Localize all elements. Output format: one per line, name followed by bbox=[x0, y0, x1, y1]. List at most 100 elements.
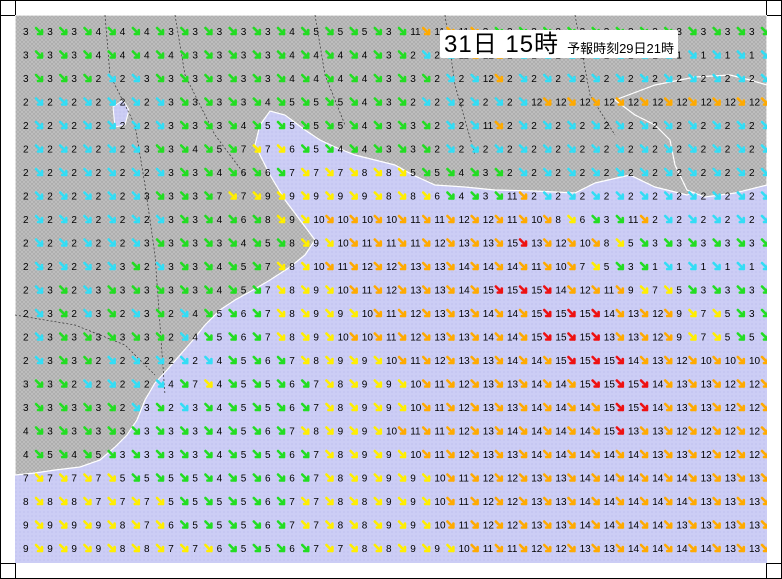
wind-speed-value: 13 bbox=[604, 544, 616, 555]
wind-speed-value: 3 bbox=[144, 309, 150, 320]
wind-speed-value: 7 bbox=[241, 145, 247, 156]
wind-speed-value: 2 bbox=[749, 145, 755, 156]
wind-speed-value: 3 bbox=[217, 121, 223, 132]
wind-speed-value: 4 bbox=[217, 168, 223, 179]
wind-speed-value: 4 bbox=[459, 192, 465, 203]
wind-speed-value: 7 bbox=[313, 168, 319, 179]
wind-speed-value: 5 bbox=[168, 474, 174, 485]
wind-speed-value: 13 bbox=[531, 474, 543, 485]
wind-speed-value: 3 bbox=[241, 74, 247, 85]
wind-speed-value: 13 bbox=[410, 262, 422, 273]
wind-speed-value: 9 bbox=[386, 450, 392, 461]
wind-speed-value: 14 bbox=[652, 497, 664, 508]
wind-speed-value: 12 bbox=[676, 356, 688, 367]
wind-speed-value: 12 bbox=[652, 333, 664, 344]
wind-speed-value: 3 bbox=[628, 262, 634, 273]
wind-speed-value: 2 bbox=[144, 121, 150, 132]
wind-speed-value: 2 bbox=[531, 145, 537, 156]
wind-speed-value: 11 bbox=[604, 286, 615, 297]
wind-speed-value: 9 bbox=[362, 356, 368, 367]
wind-speed-value: 11 bbox=[362, 239, 373, 250]
wind-speed-value: 9 bbox=[362, 474, 368, 485]
wind-speed-value: 8 bbox=[23, 497, 29, 508]
wind-speed-value: 3 bbox=[192, 427, 198, 438]
wind-speed-value: 10 bbox=[362, 215, 374, 226]
wind-speed-value: 13 bbox=[725, 521, 737, 532]
wind-speed-value: 12 bbox=[701, 98, 713, 109]
wind-speed-value: 10 bbox=[313, 215, 325, 226]
wind-speed-value: 2 bbox=[23, 286, 29, 297]
wind-speed-value: 2 bbox=[23, 121, 29, 132]
wind-speed-value: 3 bbox=[23, 403, 29, 414]
wind-speed-value: 1 bbox=[749, 262, 755, 273]
wind-speed-value: 12 bbox=[749, 98, 761, 109]
wind-speed-value: 3 bbox=[120, 333, 126, 344]
wind-speed-value: 8 bbox=[47, 497, 53, 508]
wind-speed-value: 2 bbox=[749, 168, 755, 179]
wind-speed-value: 15 bbox=[604, 356, 616, 367]
wind-speed-value: 2 bbox=[96, 215, 102, 226]
wind-speed-value: 3 bbox=[192, 215, 198, 226]
wind-speed-value: 3 bbox=[410, 74, 416, 85]
wind-speed-value: 5 bbox=[217, 145, 223, 156]
wind-speed-value: 13 bbox=[483, 450, 495, 461]
wind-speed-value: 13 bbox=[555, 497, 567, 508]
wind-speed-value: 2 bbox=[701, 168, 707, 179]
wind-speed-value: 3 bbox=[168, 192, 174, 203]
wind-speed-value: 11 bbox=[459, 497, 470, 508]
wind-speed-value: 5 bbox=[217, 497, 223, 508]
wind-speed-value: 6 bbox=[434, 192, 440, 203]
wind-speed-value: 3 bbox=[71, 427, 77, 438]
wind-speed-value: 3 bbox=[386, 98, 392, 109]
wind-speed-value: 2 bbox=[459, 74, 465, 85]
wind-speed-value: 2 bbox=[120, 74, 126, 85]
wind-speed-value: 10 bbox=[701, 356, 713, 367]
wind-speed-value: 12 bbox=[386, 262, 398, 273]
wind-speed-value: 8 bbox=[604, 239, 610, 250]
wind-speed-value: 7 bbox=[265, 145, 271, 156]
wind-speed-value: 10 bbox=[313, 262, 325, 273]
wind-speed-value: 10 bbox=[386, 215, 398, 226]
wind-speed-value: 13 bbox=[652, 427, 664, 438]
wind-speed-value: 3 bbox=[676, 239, 682, 250]
wind-speed-value: 2 bbox=[725, 168, 731, 179]
wind-speed-value: 12 bbox=[652, 98, 664, 109]
wind-speed-value: 5 bbox=[313, 145, 319, 156]
wind-speed-value: 5 bbox=[289, 121, 295, 132]
wind-speed-value: 4 bbox=[362, 145, 368, 156]
wind-speed-value: 3 bbox=[701, 27, 707, 38]
wind-speed-value: 3 bbox=[217, 27, 223, 38]
wind-speed-value: 13 bbox=[434, 262, 446, 273]
wind-speed-value: 5 bbox=[47, 450, 53, 461]
wind-speed-value: 13 bbox=[604, 333, 616, 344]
wind-speed-value: 4 bbox=[362, 51, 368, 62]
wind-speed-value: 2 bbox=[701, 192, 707, 203]
wind-speed-value: 3 bbox=[23, 27, 29, 38]
wind-speed-value: 6 bbox=[289, 145, 295, 156]
wind-speed-value: 13 bbox=[628, 333, 640, 344]
wind-speed-value: 13 bbox=[701, 474, 713, 485]
wind-speed-value: 12 bbox=[749, 403, 761, 414]
wind-speed-value: 9 bbox=[410, 521, 416, 532]
wind-speed-value: 2 bbox=[144, 262, 150, 273]
wind-speed-value: 11 bbox=[434, 403, 445, 414]
wind-speed-value: 2 bbox=[604, 168, 610, 179]
wind-speed-value: 12 bbox=[386, 286, 398, 297]
wind-speed-value: 6 bbox=[241, 309, 247, 320]
wind-speed-value: 5 bbox=[217, 333, 223, 344]
wind-speed-value: 4 bbox=[71, 450, 77, 461]
wind-speed-value: 12 bbox=[410, 309, 422, 320]
wind-speed-value: 6 bbox=[265, 356, 271, 367]
wind-speed-value: 7 bbox=[23, 474, 29, 485]
wind-speed-value: 13 bbox=[676, 380, 688, 391]
wind-speed-value: 15 bbox=[580, 333, 592, 344]
wind-speed-value: 8 bbox=[386, 544, 392, 555]
wind-speed-value: 8 bbox=[362, 168, 368, 179]
wind-speed-value: 10 bbox=[725, 356, 737, 367]
wind-speed-value: 2 bbox=[676, 192, 682, 203]
wind-speed-value: 7 bbox=[313, 497, 319, 508]
wind-speed-value: 11 bbox=[483, 121, 494, 132]
wind-speed-value: 4 bbox=[144, 51, 150, 62]
wind-speed-value: 13 bbox=[652, 356, 664, 367]
wind-speed-value: 4 bbox=[265, 98, 271, 109]
